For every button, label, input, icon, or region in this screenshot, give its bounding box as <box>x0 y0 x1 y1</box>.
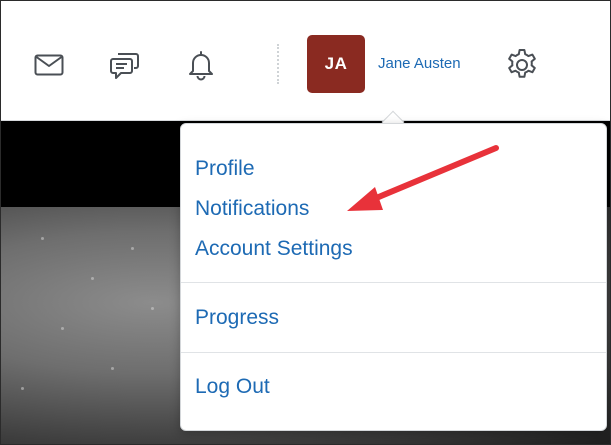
navbar-separator <box>277 44 279 84</box>
menu-divider <box>181 352 606 353</box>
menu-item-account-settings[interactable]: Account Settings <box>195 236 353 262</box>
gear-icon <box>508 49 536 78</box>
menu-item-progress[interactable]: Progress <box>195 305 279 331</box>
avatar-initials: JA <box>324 54 348 73</box>
user-menu-dropdown: Profile Notifications Account Settings P… <box>180 123 607 431</box>
menu-divider <box>181 282 606 283</box>
screenshot-frame: JA Jane Austen Profile Notifications Acc… <box>0 0 611 445</box>
top-navbar: JA Jane Austen <box>1 1 610 121</box>
envelope-icon <box>34 54 64 76</box>
menu-item-notifications[interactable]: Notifications <box>195 196 309 222</box>
user-name-link[interactable]: Jane Austen <box>378 55 461 72</box>
menu-item-log-out[interactable]: Log Out <box>195 374 270 400</box>
discussions-button[interactable] <box>105 45 145 85</box>
avatar[interactable]: JA <box>307 35 365 93</box>
messages-button[interactable] <box>29 45 69 85</box>
chat-bubbles-icon <box>110 53 139 79</box>
bell-icon <box>189 51 213 81</box>
settings-button[interactable] <box>502 45 542 85</box>
menu-item-profile[interactable]: Profile <box>195 156 255 182</box>
notifications-button[interactable] <box>181 45 221 85</box>
